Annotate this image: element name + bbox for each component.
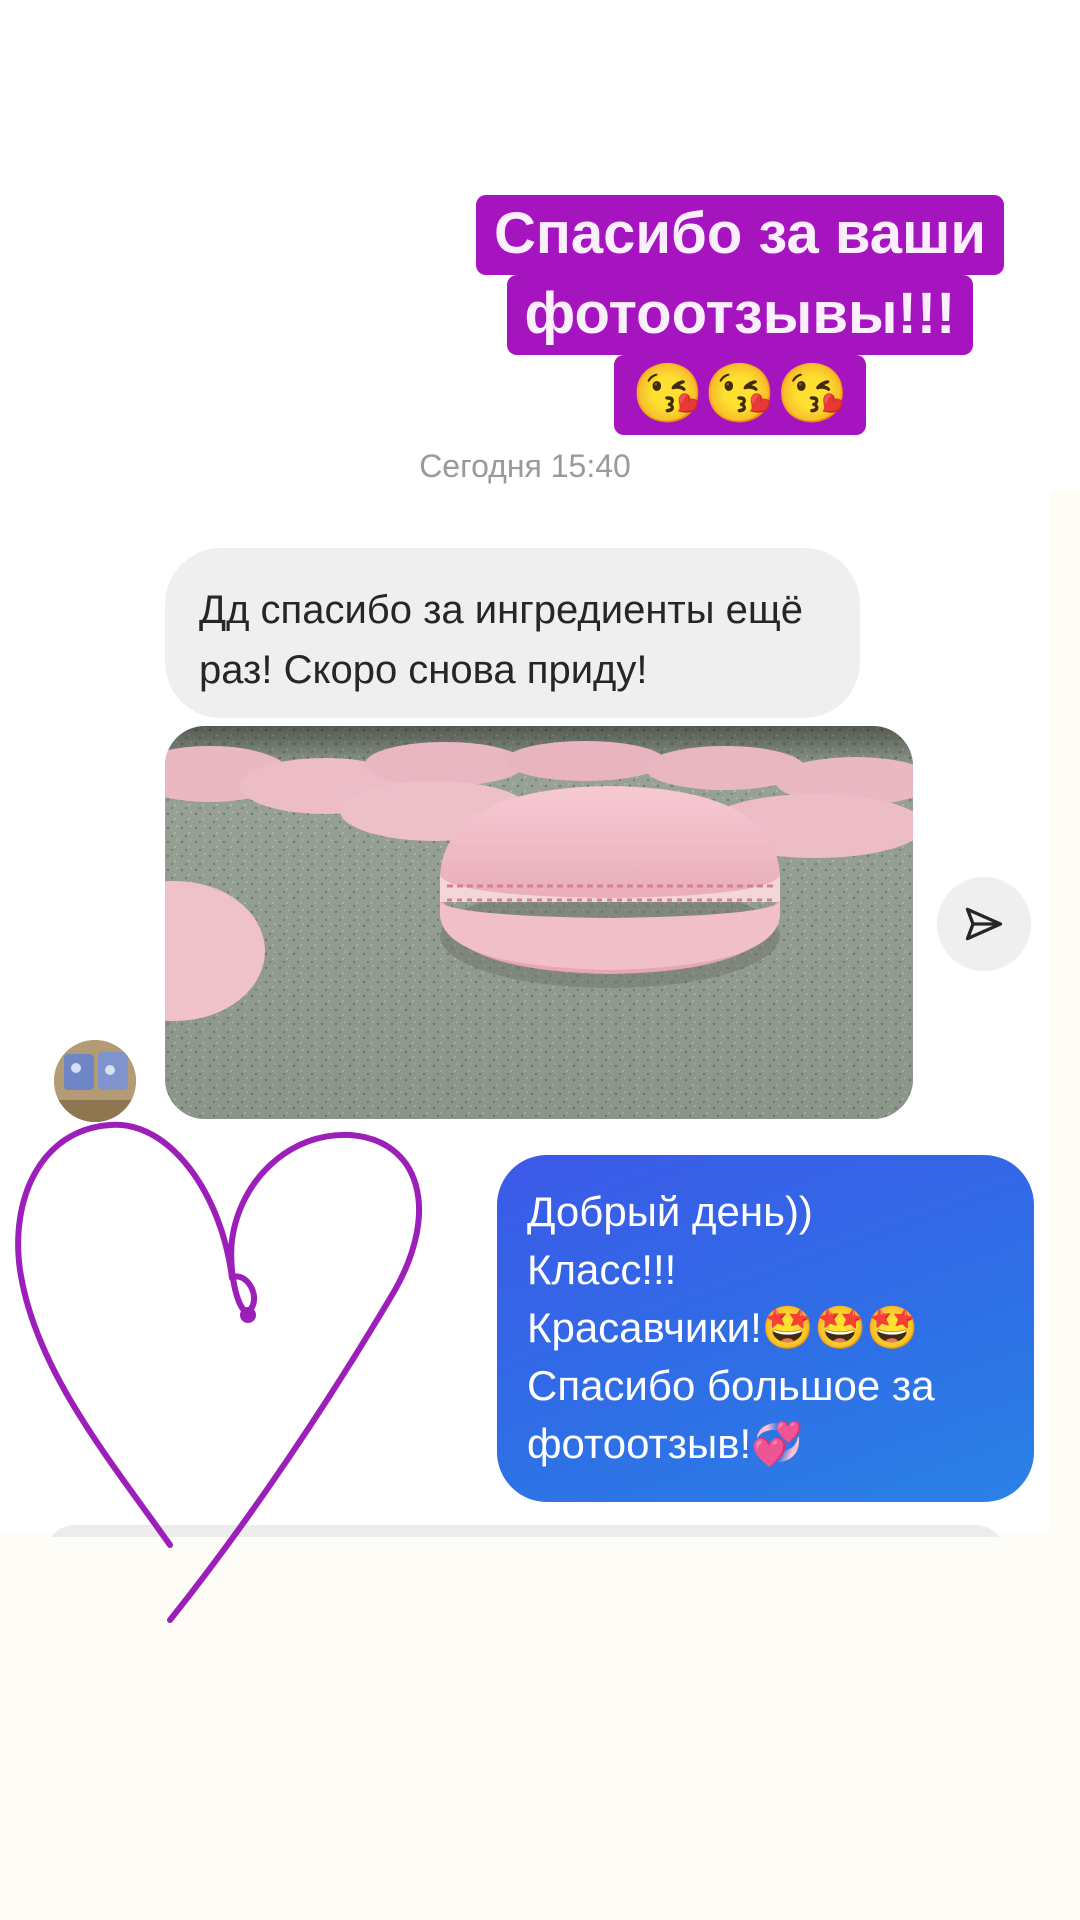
incoming-message-bubble[interactable]: Дд спасибо за ингредиенты ещё раз! Скоро… <box>165 548 860 718</box>
incoming-message-text: Дд спасибо за ингредиенты ещё раз! Скоро… <box>199 588 804 692</box>
caption-line-1: Спасибо за ваши <box>475 195 1005 275</box>
share-button[interactable] <box>937 877 1031 971</box>
send-icon <box>965 907 1003 941</box>
outgoing-line-2: Класс!!! <box>527 1246 677 1293</box>
outgoing-line-1: Добрый день)) <box>527 1188 813 1235</box>
outgoing-message-bubble[interactable]: Добрый день)) Класс!!! Красавчики!🤩🤩🤩 Сп… <box>497 1155 1034 1502</box>
outgoing-line-3: Красавчики!🤩🤩🤩 <box>527 1304 919 1351</box>
story-caption: Спасибо за ваши фотоотзывы!!! 😘😘😘 <box>460 195 1020 435</box>
story-page: Спасибо за ваши фотоотзывы!!! 😘😘😘 Сегодн… <box>0 0 1080 1920</box>
avatar-image <box>54 1040 136 1122</box>
message-timestamp: Сегодня 15:40 <box>419 448 631 484</box>
right-margin <box>1050 490 1080 1537</box>
story-bottom-area <box>0 1537 1080 1920</box>
caption-emoji: 😘😘😘 <box>613 355 867 435</box>
photo-message-macaron[interactable] <box>165 726 913 1119</box>
avatar[interactable] <box>54 1040 136 1122</box>
caption-line-2: фотоотзывы!!! <box>506 275 974 355</box>
outgoing-line-5: фотоотзыв!💞 <box>527 1420 804 1467</box>
outgoing-line-4: Спасибо большое за <box>527 1362 935 1409</box>
macaron-photo-image <box>165 726 913 1119</box>
